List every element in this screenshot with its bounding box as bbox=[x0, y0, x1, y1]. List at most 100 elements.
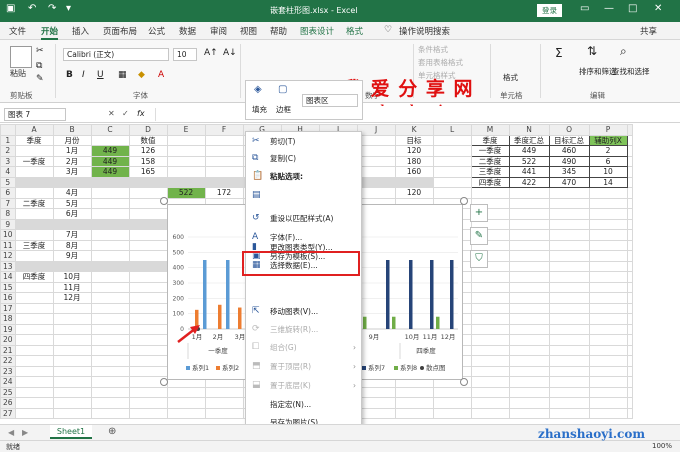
tab-formulas[interactable]: 公式 bbox=[148, 25, 165, 37]
cell-o13[interactable] bbox=[548, 260, 590, 272]
cell-n3[interactable]: 522 bbox=[508, 155, 550, 167]
cell-d1[interactable]: 数值 bbox=[128, 134, 168, 146]
cell-c2[interactable]: 449 bbox=[90, 145, 130, 157]
cell-o12[interactable] bbox=[548, 250, 590, 262]
cell-c5[interactable] bbox=[90, 176, 130, 188]
sort-filter-icon[interactable]: ⇅ bbox=[587, 44, 597, 58]
tab-insert[interactable]: 插入 bbox=[72, 25, 89, 37]
cell-o8[interactable] bbox=[548, 208, 590, 220]
row-header[interactable]: 13 bbox=[0, 260, 16, 272]
cell-k1[interactable]: 目标 bbox=[394, 134, 434, 146]
maximize-icon[interactable]: □ bbox=[628, 3, 637, 14]
outline-icon[interactable]: ▢ bbox=[278, 84, 287, 95]
italic-icon[interactable]: I bbox=[82, 70, 85, 80]
cell-d9[interactable] bbox=[128, 218, 168, 230]
font-size-select[interactable]: 10 bbox=[173, 48, 197, 61]
cell-o10[interactable] bbox=[548, 229, 590, 241]
cell-c21[interactable] bbox=[90, 344, 130, 356]
cell-l5[interactable] bbox=[432, 176, 472, 188]
column-header[interactable]: K bbox=[394, 124, 434, 136]
row-header[interactable]: 7 bbox=[0, 197, 16, 209]
cell-o6[interactable] bbox=[548, 187, 590, 199]
tab-format[interactable]: 格式 bbox=[346, 25, 363, 37]
menu-item-copy[interactable]: ⧉ 复制(C) bbox=[246, 150, 361, 167]
row-header[interactable]: 11 bbox=[0, 239, 16, 251]
cell-p14[interactable] bbox=[588, 271, 628, 283]
cut-icon[interactable]: ✂ bbox=[36, 46, 44, 56]
cell-f3[interactable] bbox=[204, 155, 244, 167]
cell-l3[interactable] bbox=[432, 155, 472, 167]
cell-p9[interactable] bbox=[588, 218, 628, 230]
column-header[interactable]: B bbox=[52, 124, 92, 136]
cell-p25[interactable] bbox=[588, 386, 628, 398]
cell-n14[interactable] bbox=[508, 271, 550, 283]
cell-m24[interactable] bbox=[470, 376, 510, 388]
cell-d8[interactable] bbox=[128, 208, 168, 220]
cell-c19[interactable] bbox=[90, 323, 130, 335]
cell-j5[interactable] bbox=[356, 176, 396, 188]
format-painter-icon[interactable]: ✎ bbox=[36, 74, 44, 84]
cell-d14[interactable] bbox=[128, 271, 168, 283]
cell-n13[interactable] bbox=[508, 260, 550, 272]
cell-j1[interactable] bbox=[356, 134, 396, 146]
add-sheet-icon[interactable]: ⊕ bbox=[108, 426, 116, 437]
row-header[interactable]: 9 bbox=[0, 218, 16, 230]
cell-b18[interactable] bbox=[52, 313, 92, 325]
undo-icon[interactable]: ↶ bbox=[28, 3, 36, 14]
row-header[interactable]: 14 bbox=[0, 271, 16, 283]
cell-a20[interactable] bbox=[14, 334, 54, 346]
cell-n7[interactable] bbox=[508, 197, 550, 209]
cell-m17[interactable] bbox=[470, 302, 510, 314]
cell-o25[interactable] bbox=[548, 386, 590, 398]
cell-d2[interactable]: 126 bbox=[128, 145, 168, 157]
cell-p20[interactable] bbox=[588, 334, 628, 346]
cell-k4[interactable]: 160 bbox=[394, 166, 434, 178]
cell-d20[interactable] bbox=[128, 334, 168, 346]
cell-b26[interactable] bbox=[52, 397, 92, 409]
cell-a24[interactable] bbox=[14, 376, 54, 388]
cell-p22[interactable] bbox=[588, 355, 628, 367]
prev-sheet-icon[interactable]: ◀ bbox=[8, 428, 14, 437]
cancel-formula-icon[interactable]: ✕ bbox=[108, 109, 115, 118]
cell-a4[interactable] bbox=[14, 166, 54, 178]
row-header[interactable]: 2 bbox=[0, 145, 16, 157]
cell-n22[interactable] bbox=[508, 355, 550, 367]
cell-c26[interactable] bbox=[90, 397, 130, 409]
cell-d26[interactable] bbox=[128, 397, 168, 409]
cell-b14[interactable]: 10月 bbox=[52, 271, 92, 283]
underline-icon[interactable]: U bbox=[97, 70, 104, 80]
cell-d3[interactable]: 158 bbox=[128, 155, 168, 167]
cell-n5[interactable]: 422 bbox=[508, 176, 550, 188]
cell-a15[interactable] bbox=[14, 281, 54, 293]
tab-chart-design[interactable]: 图表设计 bbox=[300, 25, 334, 37]
cell-p27[interactable] bbox=[588, 407, 628, 419]
cell-p15[interactable] bbox=[588, 281, 628, 293]
cell-p3[interactable]: 6 bbox=[588, 155, 628, 167]
cell-o18[interactable] bbox=[548, 313, 590, 325]
cell-c13[interactable] bbox=[90, 260, 130, 272]
cell-o2[interactable]: 460 bbox=[548, 145, 590, 157]
cell-a23[interactable] bbox=[14, 365, 54, 377]
cell-b27[interactable] bbox=[52, 407, 92, 419]
cell-o7[interactable] bbox=[548, 197, 590, 209]
cell-m27[interactable] bbox=[470, 407, 510, 419]
cell-d27[interactable] bbox=[128, 407, 168, 419]
outline-button[interactable]: 边框 bbox=[276, 104, 291, 115]
cell-o19[interactable] bbox=[548, 323, 590, 335]
cell-m19[interactable] bbox=[470, 323, 510, 335]
column-header[interactable]: C bbox=[90, 124, 130, 136]
cell-n18[interactable] bbox=[508, 313, 550, 325]
row-header[interactable]: 4 bbox=[0, 166, 16, 178]
cell-c16[interactable] bbox=[90, 292, 130, 304]
cell-p8[interactable] bbox=[588, 208, 628, 220]
menu-item-move-chart[interactable]: ⇱ 移动图表(V)... bbox=[246, 303, 361, 320]
border-icon[interactable]: ▦ bbox=[118, 70, 127, 80]
cell-o22[interactable] bbox=[548, 355, 590, 367]
cell-a18[interactable] bbox=[14, 313, 54, 325]
cell-e27[interactable] bbox=[166, 407, 206, 419]
cell-b24[interactable] bbox=[52, 376, 92, 388]
resize-handle[interactable] bbox=[460, 197, 468, 205]
cell-d23[interactable] bbox=[128, 365, 168, 377]
cell-n15[interactable] bbox=[508, 281, 550, 293]
cell-l1[interactable] bbox=[432, 134, 472, 146]
